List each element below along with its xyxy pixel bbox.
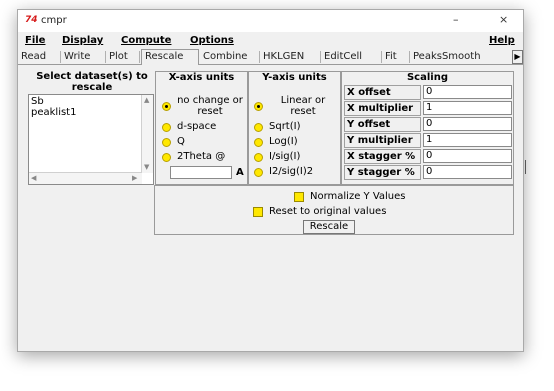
x-multiplier-label: X multiplier [344,101,421,116]
app-icon: 74 [25,15,38,25]
scroll-left-icon[interactable]: ◀ [31,174,36,182]
yaxis-linear-radio[interactable] [254,102,263,111]
menu-file[interactable]: File [25,35,45,46]
menu-bar: File Display Compute Options Help [18,34,523,48]
yaxis-sqrt-radio[interactable] [254,123,263,132]
y-offset-input[interactable]: 0 [423,117,512,131]
window-edge-mark [525,160,526,174]
yaxis-log-radio[interactable] [254,138,263,147]
scroll-right-icon[interactable]: ▶ [132,174,137,182]
reset-label: Reset to original values [269,206,387,217]
scroll-down-icon[interactable]: ▼ [144,163,149,171]
listbox-vertical-scrollbar[interactable]: ▲ ▼ [141,95,153,173]
yaxis-i2sig-label: I2/sig(I)2 [269,166,314,177]
xaxis-nochange-label: no change or reset [177,95,243,117]
dataset-heading: Select dataset(s) to rescale [36,71,148,93]
menu-display[interactable]: Display [62,35,103,46]
cmpr-window: 74 cmpr – × File Display Compute Options… [17,9,524,352]
scroll-up-icon[interactable]: ▲ [144,96,149,104]
minimize-icon[interactable]: – [453,13,459,26]
x-stagger-input[interactable]: 0 [423,149,512,163]
menu-help[interactable]: Help [489,35,515,46]
reset-checkbox[interactable] [253,207,263,217]
tab-plot[interactable]: Plot [106,51,140,63]
y-stagger-label: Y stagger % [344,165,421,180]
scaling-heading: Scaling [406,72,448,83]
tab-combine[interactable]: Combine [200,51,260,63]
tab-editcell[interactable]: EditCell [321,51,382,63]
yaxis-heading: Y-axis units [262,72,327,83]
yaxis-i2sig-radio[interactable] [254,168,263,177]
dataset-listbox[interactable]: Sb peaklist1 ▲ ▼ ◀ ▶ [28,94,154,185]
tab-strip: Read Write Plot Rescale Combine HKLGEN E… [18,49,523,65]
close-icon[interactable]: × [499,13,508,26]
tab-scroll-right-icon[interactable]: ▶ [512,50,523,64]
window-title: cmpr [41,15,67,26]
x-stagger-label: X stagger % [344,149,421,164]
tab-read[interactable]: Read [18,51,61,63]
listbox-horizontal-scrollbar[interactable]: ◀ ▶ [29,172,142,184]
yaxis-panel: Y-axis units Linear or reset Sqrt(I) Log… [248,71,341,185]
title-bar[interactable]: 74 cmpr – × [18,10,523,32]
x-offset-input[interactable]: 0 [423,85,512,99]
xaxis-panel: X-axis units no change or reset d-space … [155,71,248,185]
y-multiplier-label: Y multiplier [344,133,421,148]
tab-fit[interactable]: Fit [382,51,410,63]
yaxis-linear-label: Linear or reset [280,95,326,117]
xaxis-2theta-radio[interactable] [162,153,171,162]
scaling-panel: Scaling X offset 0 X multiplier 1 Y offs… [341,71,514,185]
list-item[interactable]: Sb [31,96,44,107]
xaxis-dspace-label: d-space [177,121,217,132]
rescale-button[interactable]: Rescale [303,220,355,234]
x-multiplier-input[interactable]: 1 [423,101,512,115]
yaxis-isig-radio[interactable] [254,153,263,162]
xaxis-dspace-radio[interactable] [162,123,171,132]
tab-write[interactable]: Write [61,51,106,63]
tab-rescale[interactable]: Rescale [141,49,199,65]
normalize-checkbox[interactable] [294,192,304,202]
y-multiplier-input[interactable]: 1 [423,133,512,147]
xaxis-q-label: Q [177,136,185,147]
tab-peakssmooth[interactable]: PeaksSmooth [410,51,514,63]
xaxis-2theta-label: 2Theta @ [177,151,226,162]
wavelength-unit: A [236,167,244,178]
tab-hklgen[interactable]: HKLGEN [260,51,321,63]
yaxis-log-label: Log(I) [269,136,298,147]
wavelength-input[interactable] [170,166,232,179]
x-offset-label: X offset [344,85,421,100]
menu-options[interactable]: Options [190,35,234,46]
y-offset-label: Y offset [344,117,421,132]
yaxis-sqrt-label: Sqrt(I) [269,121,301,132]
xaxis-heading: X-axis units [168,72,235,83]
yaxis-isig-label: I/sig(I) [269,151,301,162]
list-item[interactable]: peaklist1 [31,107,76,118]
normalize-label: Normalize Y Values [310,191,406,202]
xaxis-nochange-radio[interactable] [162,102,171,111]
xaxis-q-radio[interactable] [162,138,171,147]
y-stagger-input[interactable]: 0 [423,165,512,179]
menu-compute[interactable]: Compute [121,35,171,46]
